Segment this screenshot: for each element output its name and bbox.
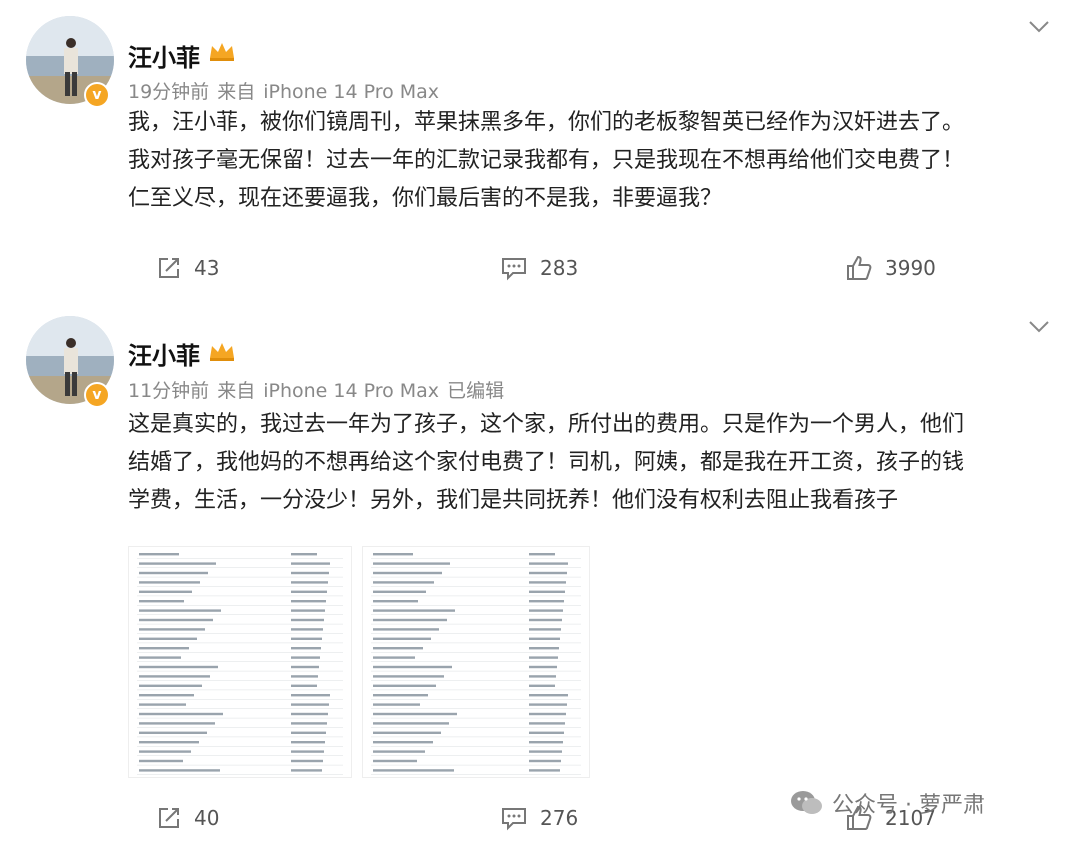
spreadsheet-row — [371, 769, 581, 775]
spreadsheet-row — [137, 703, 343, 709]
spreadsheet-row — [371, 590, 581, 597]
chevron-down-icon[interactable] — [1028, 320, 1050, 334]
spreadsheet-row — [371, 741, 581, 747]
verified-badge-icon: v — [84, 82, 110, 108]
spreadsheet-row — [137, 553, 343, 559]
spreadsheet-row — [371, 618, 581, 625]
spreadsheet-row — [137, 637, 343, 644]
spreadsheet-row — [137, 590, 343, 597]
spreadsheet-row — [137, 647, 343, 653]
spreadsheet-row — [371, 712, 581, 719]
spreadsheet-row — [137, 769, 343, 775]
wechat-icon — [791, 791, 822, 814]
like-icon — [847, 255, 872, 280]
spreadsheet-row — [371, 637, 581, 644]
spreadsheet-row — [371, 665, 581, 672]
spreadsheet-row — [137, 618, 343, 625]
comment-icon — [502, 808, 526, 831]
watermark-text: 公众号 · 萝严肃 — [832, 793, 985, 818]
spreadsheet-row — [137, 675, 343, 681]
device-label: iPhone 14 Pro Max — [263, 380, 440, 402]
spreadsheet-row — [371, 647, 581, 653]
post-actions: 43 283 3990 — [0, 248, 1080, 288]
spreadsheet-row — [371, 656, 581, 662]
repost-button[interactable]: 40 — [156, 798, 219, 838]
spreadsheet-image — [137, 553, 343, 775]
crown-icon — [210, 343, 234, 361]
weibo-post: v 汪小菲 19分钟前 来自 iPhone 14 Pro Max 我，汪小菲，被你们… — [0, 0, 1080, 300]
spreadsheet-row — [371, 628, 581, 634]
comment-button[interactable]: 283 — [500, 248, 578, 288]
spreadsheet-row — [371, 684, 581, 691]
weibo-post: v 汪小菲 11分钟前 来自 iPhone 14 Pro Max 已编辑 这是真实的，… — [0, 300, 1080, 845]
spreadsheet-row — [137, 731, 343, 738]
repost-icon — [159, 808, 179, 828]
post-meta: 19分钟前 来自 iPhone 14 Pro Max — [128, 77, 439, 104]
post-text-line: 学费，生活，一分没少！另外，我们是共同抚养！他们没有权利去阻止我看孩子 — [128, 488, 899, 513]
spreadsheet-row — [137, 665, 343, 672]
author-name[interactable]: 汪小菲 — [128, 336, 200, 371]
spreadsheet-row — [371, 553, 581, 559]
spreadsheet-row — [137, 722, 343, 728]
spreadsheet-row — [371, 731, 581, 738]
spreadsheet-row — [137, 600, 343, 606]
like-button[interactable]: 3990 — [845, 248, 936, 288]
spreadsheet-row — [371, 581, 581, 587]
spreadsheet-row — [137, 581, 343, 587]
comment-icon — [502, 258, 526, 281]
spreadsheet-row — [137, 750, 343, 756]
comment-count: 283 — [540, 256, 579, 280]
post-text-line: 这是真实的，我过去一年为了孩子，这个家，所付出的费用。只是作为一个男人，他们 — [128, 412, 965, 437]
post-text-line: 结婚了，我他妈的不想再给这个家付电费了！司机，阿姨，都是我在开工资，孩子的钱 — [128, 450, 965, 475]
spreadsheet-row — [137, 562, 343, 568]
spreadsheet-row — [137, 628, 343, 634]
verified-badge-icon: v — [84, 382, 110, 408]
spreadsheet-row — [137, 656, 343, 662]
repost-count: 40 — [194, 806, 220, 830]
device-label: iPhone 14 Pro Max — [263, 81, 440, 103]
spreadsheet-row — [137, 609, 343, 615]
spreadsheet-row — [371, 722, 581, 728]
spreadsheet-row — [371, 562, 581, 568]
watermark: 公众号 · 萝严肃 — [790, 786, 985, 820]
spreadsheet-row — [371, 703, 581, 709]
spreadsheet-row — [137, 684, 343, 691]
author-name[interactable]: 汪小菲 — [128, 38, 200, 73]
post-text-line: 仁至义尽，现在还要逼我，你们最后害的不是我，非要逼我？ — [128, 186, 723, 211]
post-text-line: 我，汪小菲，被你们镜周刊，苹果抹黑多年，你们的老板黎智英已经作为汉奸进去了。 — [128, 110, 965, 135]
post-time: 11分钟前 — [128, 380, 210, 402]
repost-icon — [159, 258, 179, 278]
spreadsheet-row — [371, 609, 581, 615]
post-meta: 11分钟前 来自 iPhone 14 Pro Max 已编辑 — [128, 376, 504, 403]
repost-count: 43 — [194, 256, 220, 280]
spreadsheet-row — [137, 694, 343, 700]
chevron-down-icon[interactable] — [1028, 20, 1050, 34]
comment-count: 276 — [540, 806, 579, 830]
spreadsheet-row — [137, 712, 343, 719]
spreadsheet-row — [137, 571, 343, 578]
crown-icon — [210, 43, 234, 61]
post-image-thumbnail[interactable] — [128, 546, 352, 778]
spreadsheet-row — [371, 600, 581, 606]
source-prefix: 来自 — [217, 380, 256, 402]
spreadsheet-row — [137, 741, 343, 747]
post-time: 19分钟前 — [128, 81, 210, 103]
comment-button[interactable]: 276 — [500, 798, 578, 838]
edited-label[interactable]: 已编辑 — [447, 380, 504, 402]
source-prefix: 来自 — [217, 81, 256, 103]
repost-button[interactable]: 43 — [156, 248, 219, 288]
spreadsheet-row — [371, 694, 581, 700]
post-text-line: 我对孩子毫无保留！过去一年的汇款记录我都有，只是我现在不想再给他们交电费了！ — [128, 148, 965, 173]
post-content: 这是真实的，我过去一年为了孩子，这个家，所付出的费用。只是作为一个男人，他们 结… — [128, 406, 1058, 520]
spreadsheet-row — [371, 750, 581, 756]
spreadsheet-row — [371, 571, 581, 578]
spreadsheet-row — [371, 675, 581, 681]
spreadsheet-row — [371, 759, 581, 766]
post-image-thumbnail[interactable] — [362, 546, 590, 778]
like-count: 3990 — [885, 256, 936, 280]
spreadsheet-image — [371, 553, 581, 775]
spreadsheet-row — [137, 759, 343, 766]
post-content: 我，汪小菲，被你们镜周刊，苹果抹黑多年，你们的老板黎智英已经作为汉奸进去了。 我… — [128, 104, 1058, 218]
